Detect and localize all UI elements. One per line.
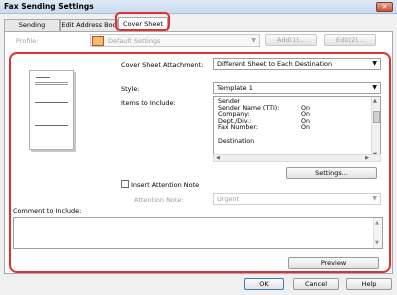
settings-button[interactable]: Settings... bbox=[286, 167, 377, 179]
profile-label: Profile: bbox=[16, 37, 39, 45]
chevron-down-icon: ▼ bbox=[372, 60, 377, 67]
attachment-select[interactable]: Different Sheet to Each Destination ▼ bbox=[213, 58, 381, 70]
list-item: Destination bbox=[218, 138, 255, 145]
preview-button[interactable]: Preview bbox=[288, 257, 379, 269]
edit-profile-button[interactable]: Edit(2)... bbox=[324, 34, 376, 46]
scroll-down-icon[interactable]: ▼ bbox=[375, 240, 379, 246]
window-title: Fax Sending Settings bbox=[4, 2, 94, 11]
attachment-label: Cover Sheet Attachment: bbox=[121, 61, 204, 69]
scroll-thumb[interactable] bbox=[373, 111, 380, 123]
style-value: Template 1 bbox=[217, 84, 253, 92]
attention-checkbox[interactable] bbox=[121, 180, 129, 188]
items-list[interactable]: Sender Sender Name (TTI): On Company: On… bbox=[213, 96, 381, 160]
attention-checkbox-label[interactable]: Insert Attention Note bbox=[131, 181, 199, 189]
comment-scrollbar[interactable]: ▲ ▼ bbox=[373, 218, 382, 248]
style-label: Style: bbox=[121, 85, 140, 93]
cancel-button[interactable]: Cancel bbox=[293, 278, 339, 290]
items-horizontal-scrollbar[interactable]: ◀ ▶ bbox=[213, 154, 381, 162]
attention-note-label: Attention Note: bbox=[134, 196, 184, 204]
comment-textarea[interactable]: ▲ ▼ bbox=[13, 217, 383, 249]
chevron-down-icon: ▼ bbox=[251, 37, 256, 44]
close-icon: ✕ bbox=[381, 3, 388, 11]
profile-icon bbox=[92, 36, 104, 46]
items-label: Items to Include: bbox=[121, 99, 176, 107]
tab-sending-settings[interactable]: Sending Settings bbox=[4, 19, 60, 40]
attachment-value: Different Sheet to Each Destination bbox=[217, 60, 333, 68]
attention-note-value: Urgent bbox=[217, 195, 240, 203]
scroll-up-icon[interactable]: ▲ bbox=[375, 220, 379, 226]
title-bar: Fax Sending Settings ✕ bbox=[0, 0, 397, 14]
style-select[interactable]: Template 1 ▼ bbox=[213, 82, 381, 94]
help-button[interactable]: Help bbox=[346, 278, 392, 290]
add-profile-button[interactable]: Add(1)... bbox=[265, 34, 317, 46]
items-vertical-scrollbar[interactable]: ▲ ▼ bbox=[371, 97, 380, 159]
close-button[interactable]: ✕ bbox=[376, 2, 393, 12]
scroll-right-icon[interactable]: ▶ bbox=[365, 155, 369, 161]
attention-note-select[interactable]: Urgent ▼ bbox=[213, 193, 381, 205]
tab-highlight-annotation bbox=[115, 12, 170, 31]
chevron-down-icon: ▼ bbox=[372, 195, 377, 202]
chevron-down-icon: ▼ bbox=[372, 84, 377, 91]
scroll-up-icon[interactable]: ▲ bbox=[373, 98, 377, 104]
tab-edit-address-book[interactable]: Edit Address Boo bbox=[60, 19, 118, 31]
list-item: Fax Number: bbox=[218, 124, 258, 131]
ok-button[interactable]: OK bbox=[244, 278, 284, 290]
list-item-value: On bbox=[301, 124, 310, 131]
profile-value: Default Settings bbox=[108, 37, 161, 45]
cover-sheet-preview bbox=[29, 70, 74, 150]
scroll-left-icon[interactable]: ◀ bbox=[216, 155, 220, 161]
comment-label: Comment to Include: bbox=[13, 207, 82, 215]
profile-select[interactable]: Default Settings ▼ bbox=[90, 34, 260, 47]
